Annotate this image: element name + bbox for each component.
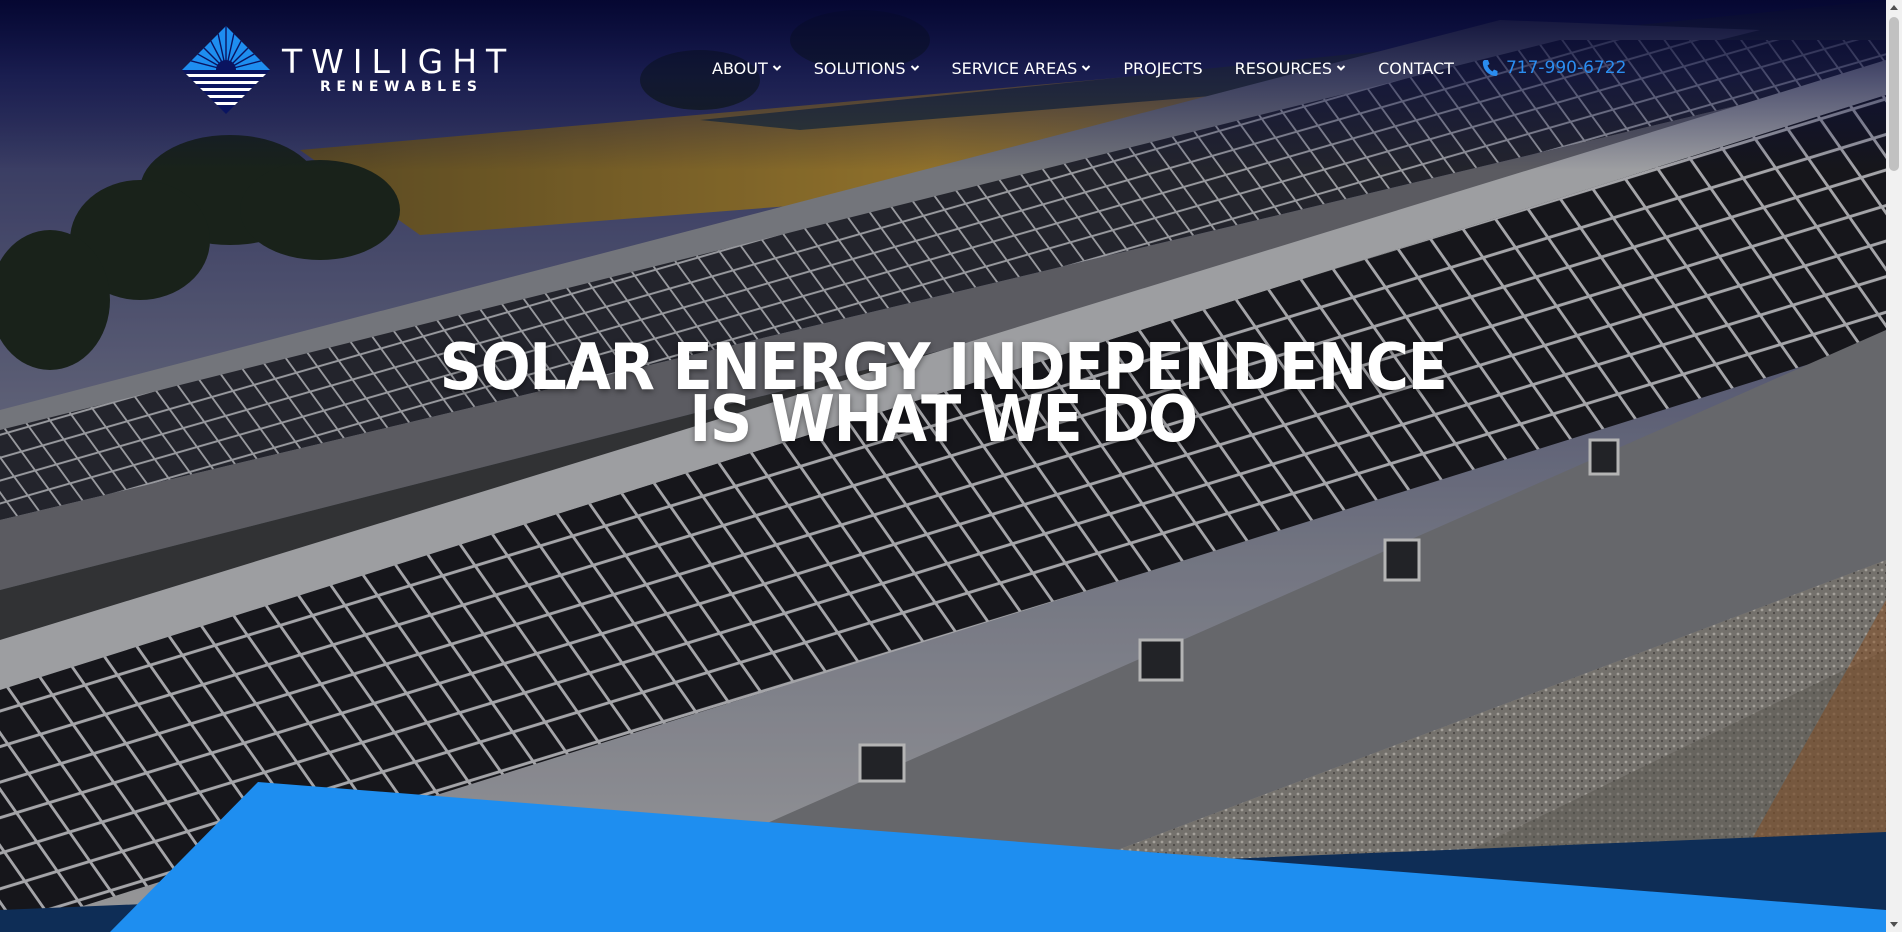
nav-item-solutions[interactable]: SOLUTIONS <box>814 59 920 78</box>
nav-item-resources[interactable]: RESOURCES <box>1235 59 1346 78</box>
logo-title: TWILIGHT <box>282 42 516 81</box>
nav-item-label: ABOUT <box>712 58 768 78</box>
nav-item-label: RESOURCES <box>1234 58 1333 78</box>
nav-item-projects[interactable]: PROJECTS <box>1123 59 1202 78</box>
logo-subtitle: RENEWABLES <box>320 79 483 95</box>
site-logo[interactable]: TWILIGHT RENEWABLES <box>180 24 515 116</box>
headline-line-2: IS WHAT WE DO <box>689 383 1198 457</box>
hero-section: TWILIGHT RENEWABLES ABOUT SOLUTIONS SERV… <box>0 0 1886 932</box>
page-scrollbar[interactable] <box>1886 0 1902 932</box>
nav-item-service-areas[interactable]: SERVICE AREAS <box>952 59 1092 78</box>
scroll-up-arrow-icon[interactable] <box>1886 0 1902 16</box>
chevron-down-icon <box>910 65 919 71</box>
nav-item-label: CONTACT <box>1378 58 1454 78</box>
nav-item-label: SERVICE AREAS <box>951 58 1078 78</box>
nav-item-about[interactable]: ABOUT <box>712 59 782 78</box>
phone-icon <box>1482 60 1498 76</box>
main-navigation: ABOUT SOLUTIONS SERVICE AREAS PROJECTS R… <box>712 56 1626 80</box>
hero-headline: SOLAR ENERGY INDEPENDENCE IS WHAT WE DO <box>0 336 1886 457</box>
chevron-down-icon <box>1082 65 1091 71</box>
section-divider-shapes <box>0 782 1886 932</box>
nav-item-label: SOLUTIONS <box>813 58 906 78</box>
chevron-down-icon <box>772 65 781 71</box>
nav-item-label: PROJECTS <box>1123 58 1203 78</box>
scrollbar-thumb[interactable] <box>1889 17 1899 171</box>
scroll-down-arrow-icon[interactable] <box>1886 916 1902 932</box>
phone-number: 717-990-6722 <box>1505 58 1627 78</box>
nav-item-contact[interactable]: CONTACT <box>1378 59 1454 78</box>
chevron-down-icon <box>1336 65 1346 71</box>
sunrise-diamond-logo-icon <box>182 26 270 114</box>
phone-link[interactable]: 717-990-6722 <box>1482 58 1626 78</box>
